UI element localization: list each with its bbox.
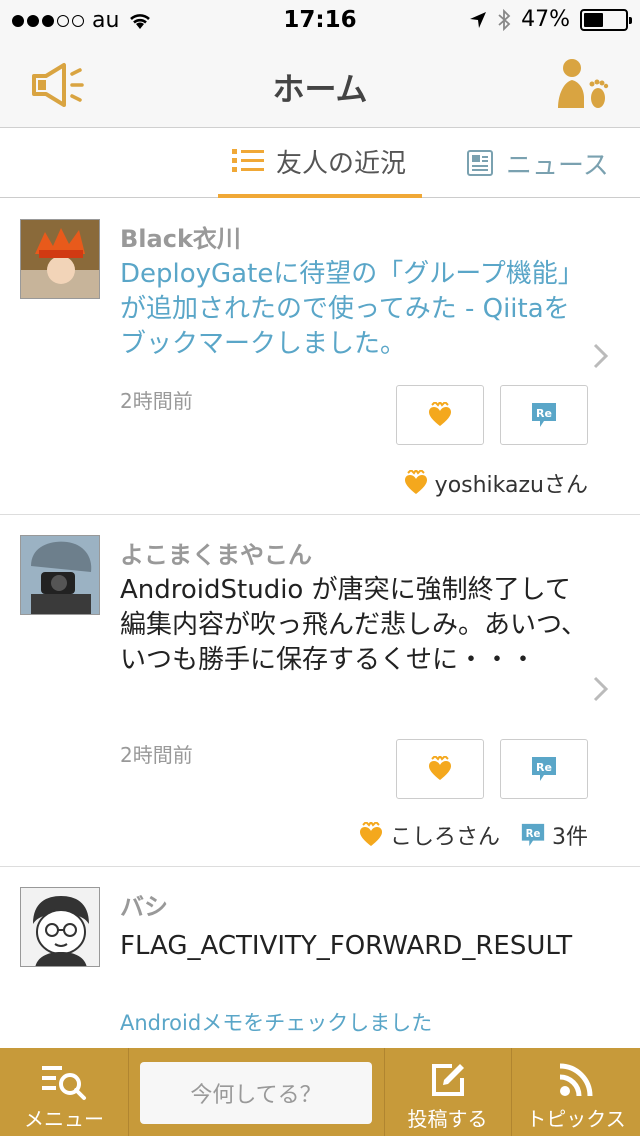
topics-label: トピックス xyxy=(526,1107,626,1131)
reply-button[interactable]: Re xyxy=(500,385,588,445)
svg-text:Re: Re xyxy=(536,407,552,420)
newspaper-icon xyxy=(467,150,493,176)
chevron-right-icon xyxy=(593,676,609,702)
tab-label: 友人の近況 xyxy=(276,148,407,179)
reactions: yoshikazuさん xyxy=(403,467,588,499)
like-button[interactable] xyxy=(396,385,484,445)
feed-tabs: 友人の近況 ニュース xyxy=(0,128,640,198)
post-subtext[interactable]: Androidメモをチェックしました xyxy=(120,1007,432,1037)
reply-re-icon: Re xyxy=(532,757,556,781)
reply-count: 3件 xyxy=(552,825,588,850)
svg-text:Re: Re xyxy=(526,829,541,840)
compose-input[interactable]: 今何してる？ xyxy=(140,1062,372,1124)
post-time: 2時間前 xyxy=(120,743,193,767)
user-name: よこまくまやこん xyxy=(120,541,312,569)
location-arrow-icon xyxy=(470,11,487,28)
post-label: 投稿する xyxy=(407,1107,488,1131)
reaction-user[interactable]: こしろさん xyxy=(390,819,500,851)
feed-list: Black衣川 DeployGateに待望の「グループ機能」が追加されたので使っ… xyxy=(0,199,640,1048)
list-item[interactable]: バシ FLAG_ACTIVITY_FORWARD_RESULT Androidメ… xyxy=(0,867,640,1048)
reply-count-group[interactable]: Re 3件 xyxy=(520,819,588,851)
list-item[interactable]: よこまくまやこん AndroidStudio が唐突に強制終了して編集内容が吹っ… xyxy=(0,515,640,867)
menu-label: メニュー xyxy=(24,1107,104,1131)
like-button[interactable] xyxy=(396,739,484,799)
menu-search-icon xyxy=(42,1066,86,1100)
battery-icon xyxy=(580,8,632,31)
reply-button[interactable]: Re xyxy=(500,739,588,799)
reaction-user[interactable]: yoshikazuさん xyxy=(435,467,588,499)
bluetooth-icon xyxy=(498,8,511,31)
user-name: Black衣川 xyxy=(120,225,241,253)
page-title: ホーム xyxy=(272,70,368,108)
navigation-bar: ホーム xyxy=(0,40,640,128)
svg-text:Re: Re xyxy=(536,761,552,774)
chevron-right-icon xyxy=(593,343,609,369)
tab-friends[interactable]: 友人の近況 xyxy=(218,128,422,198)
heart-crown-icon xyxy=(429,402,451,426)
compose-edit-icon xyxy=(431,1064,464,1096)
list-item[interactable]: Black衣川 DeployGateに待望の「グループ機能」が追加されたので使っ… xyxy=(0,199,640,515)
avatar[interactable] xyxy=(20,887,100,967)
avatar[interactable] xyxy=(20,535,100,615)
heart-crown-icon xyxy=(429,756,451,780)
post-text[interactable]: DeployGateに待望の「グループ機能」が追加されたので使ってみた - Qi… xyxy=(120,257,590,362)
tab-label: ニュース xyxy=(506,150,609,181)
post-time: 2時間前 xyxy=(120,389,193,413)
avatar[interactable] xyxy=(20,219,100,299)
battery-percent: 47% xyxy=(521,7,570,32)
reply-re-icon: Re xyxy=(532,403,556,427)
reply-re-icon: Re xyxy=(521,823,545,847)
post-button[interactable]: 投稿する xyxy=(384,1048,511,1136)
tab-news[interactable]: ニュース xyxy=(466,128,609,198)
bottom-toolbar: メニュー 今何してる？ 投稿する トピックス xyxy=(0,1048,640,1136)
heart-crown-icon xyxy=(404,470,427,494)
user-name: バシ xyxy=(120,893,168,921)
status-bar: au 17:16 47% xyxy=(0,0,640,40)
post-text: FLAG_ACTIVITY_FORWARD_RESULT xyxy=(120,931,573,961)
rss-icon xyxy=(559,1063,593,1097)
post-text: AndroidStudio が唐突に強制終了して編集内容が吹っ飛んだ悲しみ。あい… xyxy=(120,575,587,675)
reactions: こしろさん Re 3件 xyxy=(358,819,588,851)
list-icon xyxy=(232,149,264,172)
heart-crown-icon xyxy=(359,822,382,846)
topics-button[interactable]: トピックス xyxy=(512,1048,640,1136)
menu-button[interactable]: メニュー xyxy=(0,1048,128,1136)
footprint-icon[interactable] xyxy=(554,58,612,112)
